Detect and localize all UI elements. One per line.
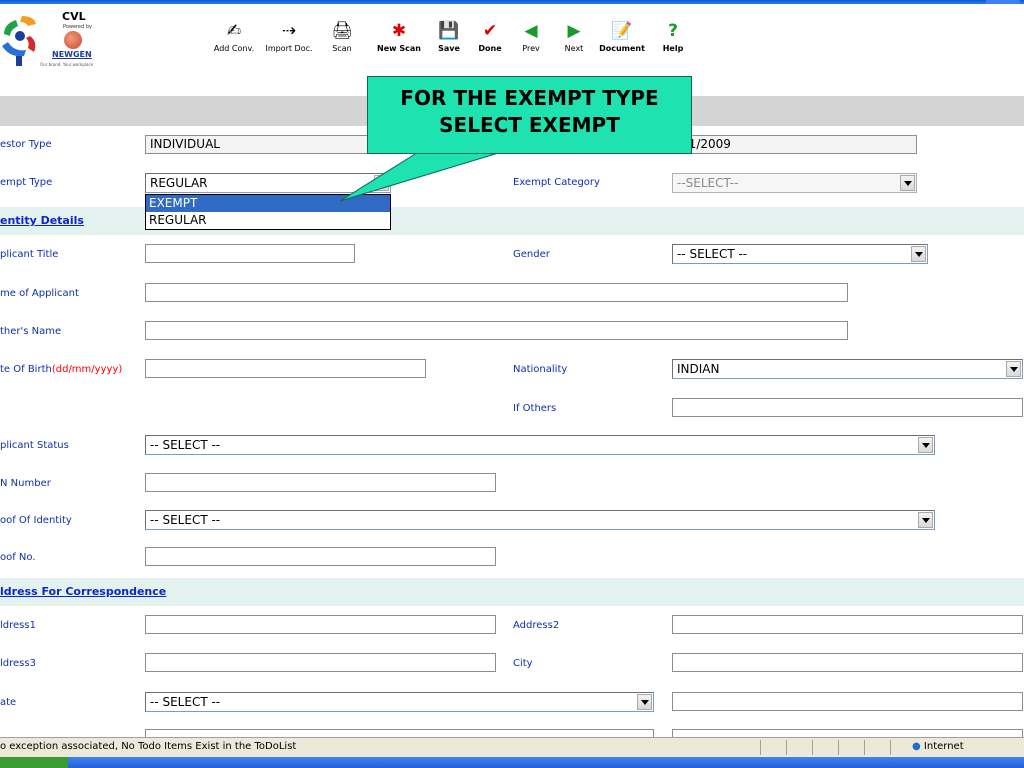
logo-tagline: Our brand. Your workplace [40,62,94,67]
dob-field[interactable] [145,359,426,378]
address1-label: ldress1 [0,620,36,631]
cvl-logo-icon [2,16,36,66]
proof-of-identity-label: oof Of Identity [0,515,72,526]
toolbar-save-button[interactable]: 💾 Save [434,20,464,53]
dropdown-option-regular[interactable]: REGULAR [146,212,390,229]
city-field[interactable] [672,653,1023,672]
address3-label: ldress3 [0,658,36,669]
toolbar-scan-button[interactable]: 🖨 Scan [328,20,356,53]
save-icon: 💾 [438,21,460,41]
section-title[interactable]: entity Details [0,214,84,227]
dob-format-hint: (dd/mm/yyyy) [51,364,123,375]
nationality-select[interactable]: INDIAN [672,359,1023,379]
applicant-status-select[interactable]: -- SELECT -- [145,435,935,455]
toolbar-help-button[interactable]: ? Help [660,20,686,53]
status-bar: o exception associated, No Todo Items Ex… [0,737,1024,758]
toolbar-prev-button[interactable]: ◀ Prev [516,20,546,53]
gender-label: Gender [513,249,550,260]
state-select[interactable]: -- SELECT -- [145,692,654,712]
state-other-field[interactable] [672,692,1023,711]
scan-icon: 🖨 [331,21,353,41]
if-others-label: If Others [513,403,557,414]
import-doc-icon: ⇢ [281,21,297,41]
exempt-category-select[interactable]: --SELECT-- [672,173,917,193]
next-icon: ▶ [567,21,581,41]
applicant-name-label: me of Applicant [0,288,79,299]
applicant-title-label: plicant Title [0,249,59,260]
prev-icon: ◀ [524,21,538,41]
status-message: o exception associated, No Todo Items Ex… [0,741,297,752]
exempt-type-label: empt Type [0,177,53,188]
section-title[interactable]: ldress For Correspondence [0,585,166,598]
logo-powered-by: Powered by [63,24,92,30]
taskbar [0,757,1024,768]
newgen-globe-icon [64,31,82,49]
chevron-down-icon[interactable] [911,246,926,262]
toolbar-done-button[interactable]: ✔ Done [474,20,506,53]
proof-no-field[interactable] [145,547,496,566]
toolbar-document-button[interactable]: 📝 Document [596,20,648,53]
toolbar-import-doc-button[interactable]: ⇢ Import Doc. [262,20,316,53]
document-icon: 📝 [611,21,633,41]
chevron-down-icon[interactable] [1006,361,1021,377]
nationality-label: Nationality [513,364,568,375]
gender-select[interactable]: -- SELECT -- [672,244,928,264]
toolbar-new-scan-button[interactable]: ✱ New Scan [374,20,424,53]
if-others-field[interactable] [672,398,1023,417]
pan-number-field[interactable] [145,473,496,492]
fathers-name-field[interactable] [145,321,848,340]
add-conv-icon: ✍ [226,21,242,41]
dob-label: te Of Birth(dd/mm/yyyy) [0,364,123,375]
chevron-down-icon[interactable] [900,175,915,191]
logo-title: CVL [62,10,86,23]
address3-field[interactable] [145,653,496,672]
address2-field[interactable] [672,615,1023,634]
logo-brand: NEWGEN [52,50,92,59]
chevron-down-icon[interactable] [918,437,933,453]
fathers-name-label: ther's Name [0,326,62,337]
proof-of-identity-select[interactable]: -- SELECT -- [145,510,935,530]
toolbar-next-button[interactable]: ▶ Next [558,20,590,53]
city-label: City [513,658,533,669]
chevron-down-icon[interactable] [637,694,652,710]
new-scan-icon: ✱ [391,21,407,41]
help-icon: ? [668,21,678,41]
internet-zone: ● Internet [912,741,964,752]
next-row-field[interactable] [672,729,1023,737]
status-divider [864,740,865,755]
callout-pointer [339,150,506,202]
toolbar-add-conv-button[interactable]: ✍ Add Conv. [210,20,258,53]
next-row-field[interactable] [145,729,654,737]
instruction-callout: FOR THE EXEMPT TYPE SELECT EXEMPT [367,76,692,154]
address2-label: Address2 [513,620,560,631]
callout-line-2: SELECT EXEMPT [439,113,620,137]
address-section: ldress For Correspondence [0,578,1024,606]
status-divider [812,740,813,755]
proof-no-label: oof No. [0,552,36,563]
pan-number-label: N Number [0,478,51,489]
exempt-category-label: Exempt Category [513,177,600,188]
start-button[interactable] [0,757,68,768]
status-divider [786,740,787,755]
address1-field[interactable] [145,615,496,634]
status-divider [890,740,891,755]
applicant-title-field[interactable] [145,244,355,263]
date-field[interactable]: /01/2009 [672,135,917,154]
status-divider [838,740,839,755]
done-icon: ✔ [482,21,498,41]
status-divider [760,740,761,755]
globe-icon: ● [912,741,921,752]
chevron-down-icon[interactable] [918,512,933,528]
state-label: ate [0,697,17,708]
applicant-name-field[interactable] [145,283,848,302]
callout-line-1: FOR THE EXEMPT TYPE [400,86,659,110]
applicant-status-label: plicant Status [0,440,69,451]
investor-type-label: estor Type [0,139,52,150]
